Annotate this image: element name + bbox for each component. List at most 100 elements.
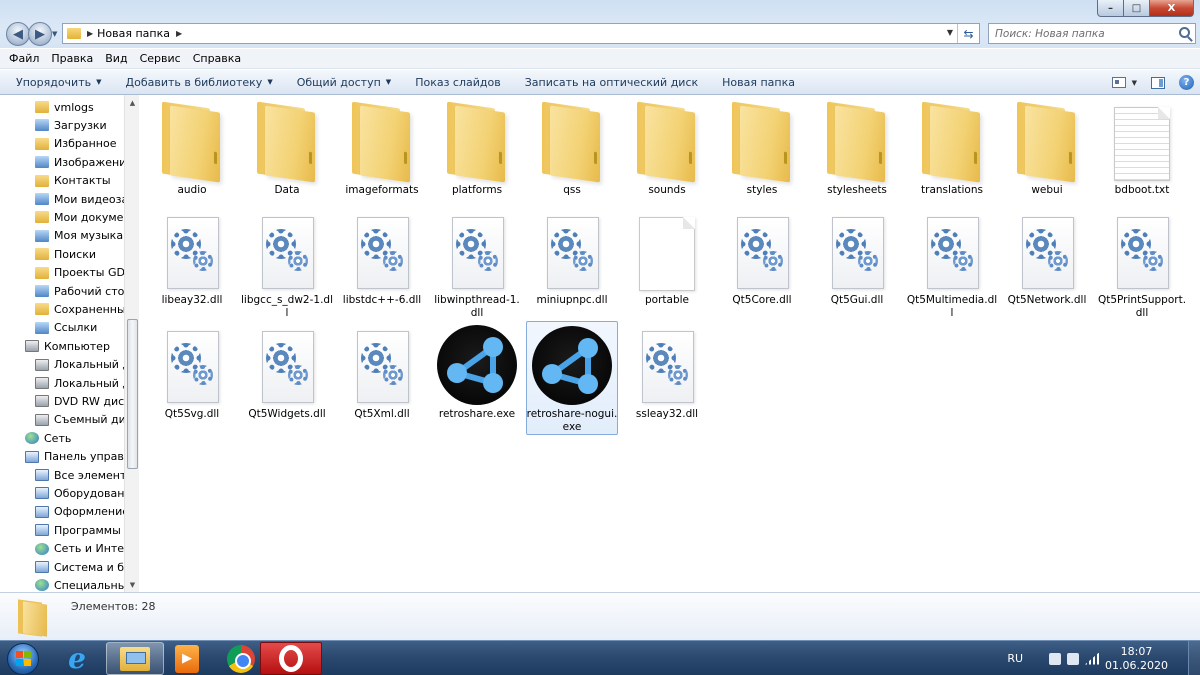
file-item[interactable]: libgcc_s_dw2-1.dll bbox=[241, 207, 333, 320]
slideshow-button[interactable]: Показ слайдов bbox=[403, 76, 513, 89]
nav-item[interactable]: Проекты GDev bbox=[0, 264, 126, 282]
file-item[interactable]: imageformats bbox=[336, 97, 428, 197]
nav-item[interactable]: Загрузки bbox=[0, 116, 126, 134]
file-item[interactable]: retroshare.exe bbox=[431, 321, 523, 421]
file-item[interactable]: stylesheets bbox=[811, 97, 903, 197]
breadcrumb-separator-icon[interactable]: ▶ bbox=[87, 29, 93, 38]
nav-item[interactable]: Панель управле bbox=[0, 448, 126, 466]
menu-file[interactable]: Файл bbox=[3, 52, 45, 65]
view-options-dropdown-icon[interactable]: ▼ bbox=[1132, 79, 1137, 87]
nav-item[interactable]: Компьютер bbox=[0, 337, 126, 355]
file-item[interactable]: Qt5Xml.dll bbox=[336, 321, 428, 421]
nav-item[interactable]: Избранное bbox=[0, 135, 126, 153]
nav-item[interactable]: Ссылки bbox=[0, 319, 126, 337]
change-view-icon[interactable] bbox=[1111, 77, 1126, 88]
file-item[interactable]: Qt5PrintSupport.dll bbox=[1096, 207, 1188, 320]
clock[interactable]: 18:07 01.06.2020 bbox=[1105, 645, 1168, 673]
nav-item[interactable]: Рабочий стол bbox=[0, 282, 126, 300]
taskbar-windows-explorer[interactable] bbox=[106, 642, 164, 675]
file-item[interactable]: Qt5Network.dll bbox=[1001, 207, 1093, 307]
file-item[interactable]: translations bbox=[906, 97, 998, 197]
search-icon[interactable] bbox=[1179, 27, 1190, 38]
file-item[interactable]: miniupnpc.dll bbox=[526, 207, 618, 307]
nav-item[interactable]: Программы bbox=[0, 521, 126, 539]
file-item[interactable]: qss bbox=[526, 97, 618, 197]
nav-item[interactable]: Все элементы bbox=[0, 466, 126, 484]
file-item[interactable]: bdboot.txt bbox=[1096, 97, 1188, 197]
nav-item[interactable]: Съемный диск bbox=[0, 411, 126, 429]
nav-item[interactable]: Моя музыка bbox=[0, 227, 126, 245]
minimize-button[interactable]: – bbox=[1097, 0, 1124, 17]
nav-item[interactable]: Сеть bbox=[0, 429, 126, 447]
close-button[interactable]: X bbox=[1150, 0, 1194, 17]
nav-item[interactable]: Поиски bbox=[0, 245, 126, 263]
help-icon[interactable]: ? bbox=[1179, 75, 1194, 90]
nav-item[interactable]: Контакты bbox=[0, 172, 126, 190]
search-input[interactable] bbox=[995, 27, 1165, 40]
nav-item[interactable]: Мои видеозап bbox=[0, 190, 126, 208]
signal-strength-icon[interactable] bbox=[1085, 652, 1100, 665]
file-item[interactable]: libeay32.dll bbox=[146, 207, 238, 307]
file-item[interactable]: Qt5Gui.dll bbox=[811, 207, 903, 307]
scrollbar-thumb[interactable] bbox=[127, 319, 138, 469]
search-box[interactable] bbox=[988, 23, 1196, 44]
file-item[interactable]: libstdc++-6.dll bbox=[336, 207, 428, 307]
file-item[interactable]: Qt5Svg.dll bbox=[146, 321, 238, 421]
nav-item[interactable]: Оформление и bbox=[0, 503, 126, 521]
file-item[interactable]: ssleay32.dll bbox=[621, 321, 713, 421]
organize-button[interactable]: Упорядочить ▼ bbox=[4, 76, 114, 89]
menu-view[interactable]: Вид bbox=[99, 52, 133, 65]
show-desktop-button[interactable] bbox=[1188, 641, 1200, 675]
menu-edit[interactable]: Правка bbox=[45, 52, 99, 65]
nav-item[interactable]: Изображения bbox=[0, 153, 126, 171]
navigation-scrollbar[interactable]: ▲ ▼ bbox=[124, 95, 139, 592]
file-item[interactable]: retroshare-nogui.exe bbox=[526, 321, 618, 435]
taskbar-internet-explorer[interactable]: e bbox=[48, 642, 106, 675]
nav-item[interactable]: Локальный ди bbox=[0, 356, 126, 374]
nav-item[interactable]: Сеть и Интерн bbox=[0, 540, 126, 558]
nav-item[interactable]: DVD RW диско bbox=[0, 392, 126, 410]
file-item[interactable]: Qt5Multimedia.dll bbox=[906, 207, 998, 320]
recent-pages-dropdown-icon[interactable]: ▼ bbox=[52, 30, 57, 38]
back-button[interactable]: ◀ bbox=[6, 22, 30, 46]
taskbar-media-player[interactable]: ▶ bbox=[158, 642, 216, 675]
start-button[interactable] bbox=[3, 641, 43, 675]
file-item[interactable]: portable bbox=[621, 207, 713, 307]
tray-power-icon[interactable] bbox=[1067, 652, 1080, 665]
file-item[interactable]: webui bbox=[1001, 97, 1093, 197]
file-item[interactable]: sounds bbox=[621, 97, 713, 197]
nav-item[interactable]: Оборудование bbox=[0, 484, 126, 502]
menu-tools[interactable]: Сервис bbox=[134, 52, 187, 65]
new-folder-button[interactable]: Новая папка bbox=[710, 76, 807, 89]
refresh-button[interactable]: ⇆ bbox=[957, 24, 979, 43]
file-item[interactable]: audio bbox=[146, 97, 238, 197]
file-item[interactable]: Data bbox=[241, 97, 333, 197]
language-indicator[interactable]: RU bbox=[1007, 652, 1023, 665]
menu-help[interactable]: Справка bbox=[187, 52, 247, 65]
share-with-button[interactable]: Общий доступ ▼ bbox=[285, 76, 403, 89]
forward-button[interactable]: ▶ bbox=[28, 22, 52, 46]
file-item[interactable]: platforms bbox=[431, 97, 523, 197]
file-item[interactable]: Qt5Widgets.dll bbox=[241, 321, 333, 421]
preview-pane-icon[interactable] bbox=[1151, 76, 1165, 89]
breadcrumb-separator-icon[interactable]: ▶ bbox=[176, 29, 182, 38]
scroll-down-icon[interactable]: ▼ bbox=[125, 577, 140, 592]
address-bar[interactable]: ▶ Новая папка ▶ ▼ ⇆ bbox=[62, 23, 980, 44]
burn-to-disc-button[interactable]: Записать на оптический диск bbox=[513, 76, 710, 89]
add-to-library-button[interactable]: Добавить в библиотеку ▼ bbox=[114, 76, 285, 89]
tray-network-icon[interactable] bbox=[1049, 652, 1062, 665]
nav-item[interactable]: Система и без bbox=[0, 558, 126, 576]
file-item[interactable]: Qt5Core.dll bbox=[716, 207, 808, 307]
address-history-dropdown-icon[interactable]: ▼ bbox=[947, 28, 953, 37]
nav-item[interactable]: Локальный ди bbox=[0, 374, 126, 392]
nav-item[interactable]: Специальные bbox=[0, 576, 126, 592]
nav-item[interactable]: vmlogs bbox=[0, 98, 126, 116]
breadcrumb-current-folder[interactable]: Новая папка bbox=[97, 27, 170, 40]
maximize-button[interactable]: □ bbox=[1124, 0, 1150, 17]
file-item[interactable]: libwinpthread-1.dll bbox=[431, 207, 523, 320]
taskbar-opera[interactable] bbox=[260, 642, 322, 675]
file-item[interactable]: styles bbox=[716, 97, 808, 197]
nav-item[interactable]: Сохраненные bbox=[0, 300, 126, 318]
scroll-up-icon[interactable]: ▲ bbox=[125, 95, 140, 110]
nav-item[interactable]: Мои документ bbox=[0, 208, 126, 226]
